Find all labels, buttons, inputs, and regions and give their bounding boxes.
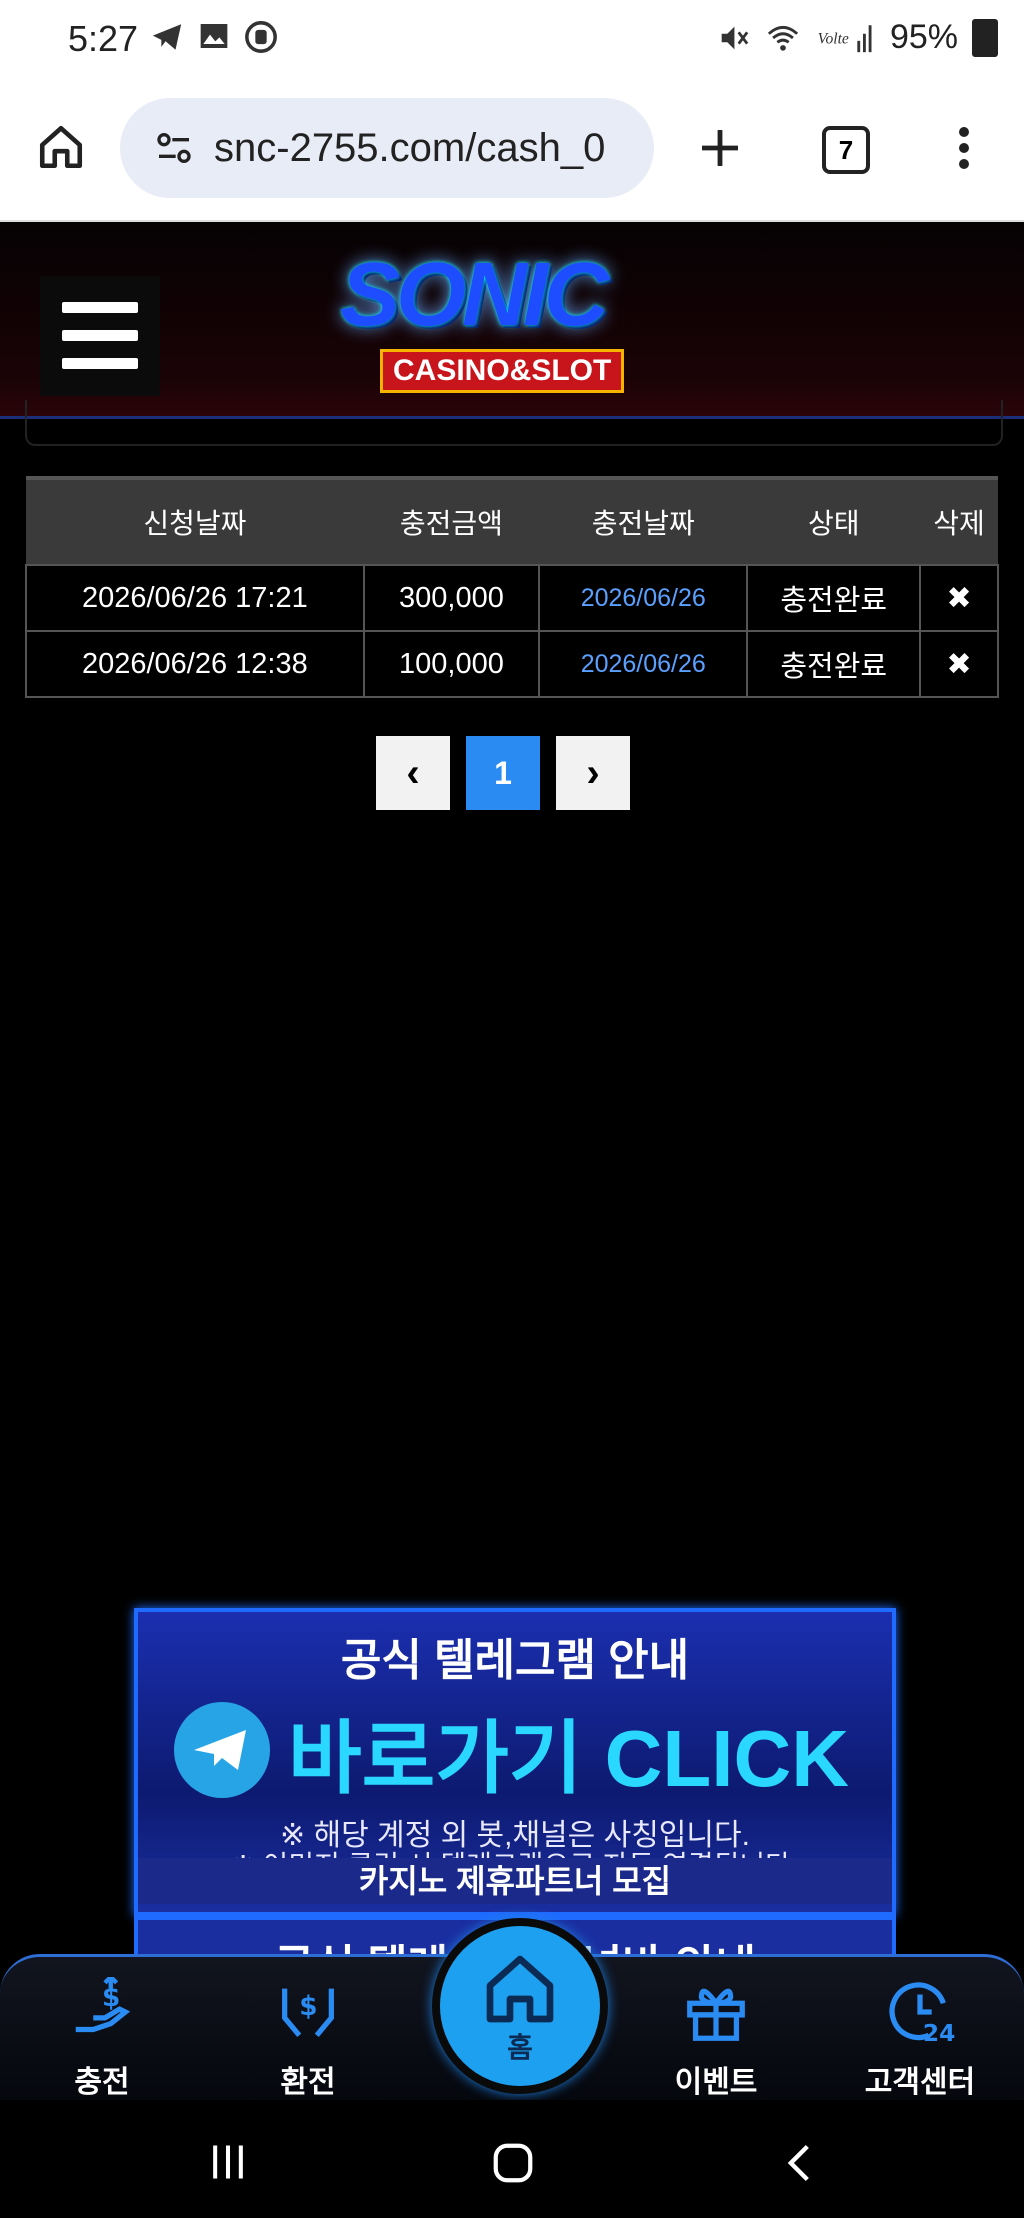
table-row: 2026/06/26 12:38 100,000 2026/06/26 충전완료… [25, 630, 999, 698]
url-text[interactable]: snc-2755.com/cash_0 [214, 126, 654, 171]
hamburger-menu-button[interactable] [40, 276, 160, 396]
tab-switcher-button[interactable]: 7 [822, 126, 870, 174]
nav-charge[interactable]: $ 충전 [32, 1977, 172, 2101]
notification-icons [150, 20, 278, 54]
column-header-charge-date: 충전날짜 [539, 476, 748, 565]
site-settings-icon[interactable] [154, 128, 194, 168]
address-bar[interactable]: snc-2755.com/cash_0 [120, 98, 654, 198]
more-menu-icon[interactable] [944, 124, 984, 172]
menu-line-icon [62, 302, 138, 313]
nav-home-label: 홈 [507, 2032, 533, 2063]
system-indicators: Volte 95% [716, 18, 998, 57]
new-tab-icon[interactable] [696, 124, 744, 172]
prev-page-button[interactable]: ‹ [376, 736, 450, 810]
battery-percent: 95% [889, 18, 958, 56]
battery-icon [972, 18, 998, 57]
support-24-icon: 24 [889, 1982, 955, 2047]
cell-amount: 100,000 [362, 630, 541, 698]
svg-text:24: 24 [923, 2019, 955, 2047]
cell-request-date: 2026/06/26 17:21 [25, 564, 365, 632]
table-row: 2026/06/26 17:21 300,000 2026/06/26 충전완료… [25, 564, 999, 632]
menu-line-icon [62, 358, 138, 369]
home-browser-icon[interactable] [36, 122, 86, 172]
delete-icon[interactable]: ✖ [919, 564, 999, 632]
nav-home-button[interactable]: 홈 [432, 1918, 608, 2094]
telegram-notification-icon [152, 24, 182, 50]
site-logo[interactable]: SONIC CASINO&SLOT [330, 244, 700, 394]
charge-hand-coin-icon: $ [75, 1977, 131, 2033]
column-header-status: 상태 [747, 476, 921, 565]
gallery-notification-icon [200, 24, 228, 48]
wifi-icon [767, 25, 799, 51]
cell-status: 충전완료 [746, 564, 922, 632]
nav-event[interactable]: 이벤트 [646, 1977, 786, 2101]
site-header: SONIC CASINO&SLOT [0, 222, 1024, 419]
banner-cta: 바로가기 CLICK [288, 1714, 850, 1803]
banner-title: 공식 텔레그램 안내 [340, 1636, 690, 1685]
app-notification-icon [245, 21, 277, 53]
svg-text:Volte: Volte [818, 30, 849, 47]
cell-status: 충전완료 [746, 630, 922, 698]
page-button-current[interactable]: 1 [466, 736, 540, 810]
nav-event-label: 이벤트 [674, 2066, 758, 2099]
cell-request-date: 2026/06/26 12:38 [25, 630, 365, 698]
mute-icon [721, 26, 749, 49]
signal-icon: Volte [818, 24, 872, 52]
back-icon[interactable] [778, 2140, 822, 2186]
cell-charge-date: 2026/06/26 [538, 630, 749, 698]
charge-history-table: 신청날짜 충전금액 충전날짜 상태 삭제 2026/06/26 17:21 30… [25, 476, 999, 698]
home-system-icon[interactable] [490, 2140, 536, 2186]
recent-apps-icon[interactable] [206, 2140, 250, 2184]
logo-sub-text: CASINO&SLOT [380, 349, 625, 393]
pagination: ‹ 1 › [376, 736, 630, 810]
nav-support[interactable]: 24 고객센터 [850, 1977, 990, 2101]
delete-icon[interactable]: ✖ [919, 630, 999, 698]
column-header-request-date: 신청날짜 [26, 476, 364, 565]
status-bar: 5:27 Volte 95% [0, 0, 1024, 80]
next-page-button[interactable]: › [556, 736, 630, 810]
home-icon [486, 1955, 554, 2023]
column-header-amount: 충전금액 [363, 476, 540, 565]
nav-exchange-label: 환전 [280, 2066, 336, 2099]
browser-toolbar: snc-2755.com/cash_0 7 [0, 80, 1024, 222]
panel-edge [25, 400, 1003, 446]
logo-main-text: SONIC [340, 245, 609, 345]
gift-icon [687, 1988, 745, 2041]
svg-text:$: $ [299, 1992, 317, 2022]
system-nav-bar [0, 2100, 1024, 2218]
nav-support-label: 고객센터 [864, 2066, 976, 2099]
menu-line-icon [62, 330, 138, 341]
cell-amount: 300,000 [362, 564, 541, 632]
telegram-icon [174, 1702, 270, 1798]
status-time: 5:27 [68, 18, 139, 59]
nav-exchange[interactable]: $ 환전 [238, 1977, 378, 2101]
banner-footer[interactable]: 카지노 제휴파트너 모집 [138, 1858, 892, 1904]
column-header-delete: 삭제 [920, 476, 998, 565]
exchange-hands-icon: $ [282, 1988, 334, 2038]
cell-charge-date: 2026/06/26 [538, 564, 749, 632]
table-header-row: 신청날짜 충전금액 충전날짜 상태 삭제 [26, 476, 998, 565]
nav-charge-label: 충전 [74, 2066, 130, 2099]
